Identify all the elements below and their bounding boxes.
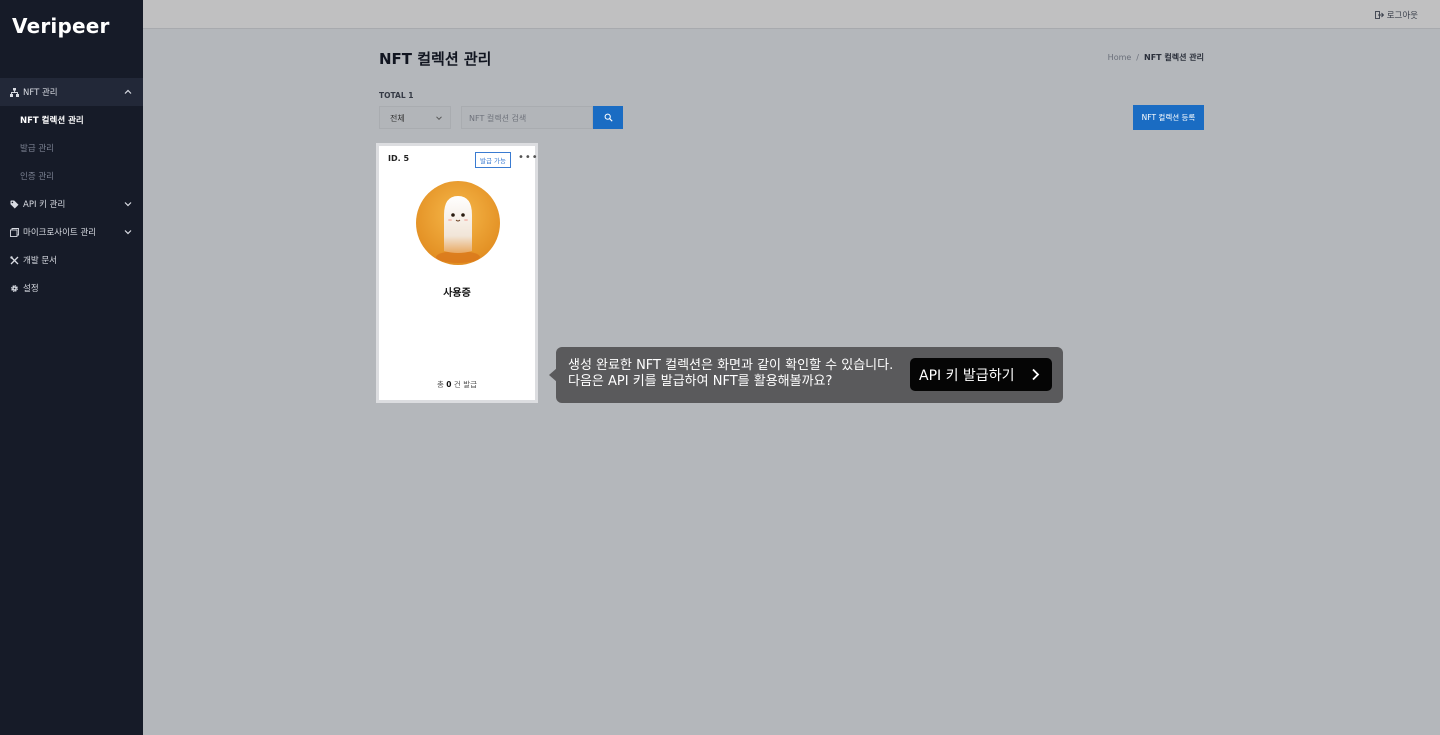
chevron-up-icon (124, 89, 132, 94)
breadcrumb-separator: / (1136, 53, 1139, 62)
collection-image (416, 181, 500, 265)
count-value: 0 (446, 380, 452, 389)
sidebar-item-dev-docs[interactable]: 개발 문서 (0, 246, 143, 274)
gear-icon (9, 283, 19, 293)
chevron-right-icon (1032, 368, 1040, 381)
issue-api-key-label: API 키 발급하기 (919, 367, 1015, 384)
sidebar-group-label: NFT 관리 (23, 88, 58, 98)
chevron-down-icon (124, 202, 132, 207)
search-input[interactable]: NFT 컬렉션 검색 (461, 106, 593, 129)
tooltip-line-1: 생성 완료한 NFT 컬렉션은 화면과 같이 확인할 수 있습니다. (568, 358, 894, 373)
issued-count: 총 0 건 발급 (379, 379, 535, 390)
status-badge: 발급 가능 (475, 152, 511, 168)
total-count: TOTAL 1 (379, 91, 414, 100)
sidebar-group-nft[interactable]: NFT 관리 (0, 78, 143, 106)
tag-icon (9, 199, 19, 209)
search-icon (604, 113, 613, 122)
logout-button[interactable]: 로그아웃 (1374, 9, 1418, 21)
sidebar: Veripeer NFT 관리 NFT 컬렉션 관리 발급 관리 인증 관리 A… (0, 0, 143, 735)
onboarding-tooltip: 생성 완료한 NFT 컬렉션은 화면과 같이 확인할 수 있습니다. 다음은 A… (556, 347, 1063, 403)
sidebar-item-label: 개발 문서 (23, 256, 57, 266)
logout-label: 로그아웃 (1386, 11, 1418, 21)
search-placeholder: NFT 컬렉션 검색 (469, 114, 527, 123)
sidebar-item-issuance[interactable]: 발급 관리 (0, 134, 143, 162)
chevron-down-icon (436, 116, 442, 121)
sidebar-item-label: 설정 (23, 284, 39, 294)
sitemap-icon (9, 87, 19, 97)
filter-selected-value: 전체 (390, 114, 405, 123)
more-options-icon[interactable]: ••• (518, 153, 539, 163)
issue-api-key-button[interactable]: API 키 발급하기 (910, 358, 1052, 391)
collection-name: 사용증 (443, 288, 471, 299)
search-button[interactable] (593, 106, 623, 129)
chevron-down-icon (124, 230, 132, 235)
sidebar-item-nft-collection[interactable]: NFT 컬렉션 관리 (0, 106, 143, 134)
logo[interactable]: Veripeer (12, 14, 110, 38)
tooltip-line-2: 다음은 API 키를 발급하여 NFT를 활용해볼까요? (568, 374, 833, 389)
sidebar-group-label: 마이크로사이트 관리 (23, 228, 97, 238)
sidebar-group-microsite[interactable]: 마이크로사이트 관리 (0, 218, 143, 246)
sidebar-item-settings[interactable]: 설정 (0, 274, 143, 302)
count-suffix: 건 발급 (453, 380, 477, 389)
breadcrumb-home[interactable]: Home (1108, 53, 1132, 62)
window-icon (9, 227, 19, 237)
breadcrumb: Home / NFT 컬렉션 관리 (1108, 52, 1204, 63)
filter-select[interactable]: 전체 (379, 106, 451, 129)
tooltip-text: 생성 완료한 NFT 컬렉션은 화면과 같이 확인할 수 있습니다. 다음은 A… (568, 358, 898, 390)
sidebar-item-auth[interactable]: 인증 관리 (0, 162, 143, 190)
sidebar-group-api-key[interactable]: API 키 관리 (0, 190, 143, 218)
card-id: ID. 5 (388, 154, 410, 163)
page-title: NFT 컬렉션 관리 (379, 50, 492, 68)
top-bar: 로그아웃 (143, 0, 1440, 29)
count-prefix: 총 (437, 380, 444, 389)
collection-card[interactable]: ID. 5 발급 가능 ••• 사용증 총 0 건 발급 (376, 143, 538, 403)
register-collection-button[interactable]: NFT 컬렉션 등록 (1133, 105, 1204, 130)
tools-icon (9, 255, 19, 265)
sidebar-group-label: API 키 관리 (23, 200, 66, 210)
sidebar-nav: NFT 관리 NFT 컬렉션 관리 발급 관리 인증 관리 API 키 관리 마… (0, 78, 143, 302)
breadcrumb-current: NFT 컬렉션 관리 (1144, 53, 1204, 62)
logout-icon (1374, 11, 1384, 19)
